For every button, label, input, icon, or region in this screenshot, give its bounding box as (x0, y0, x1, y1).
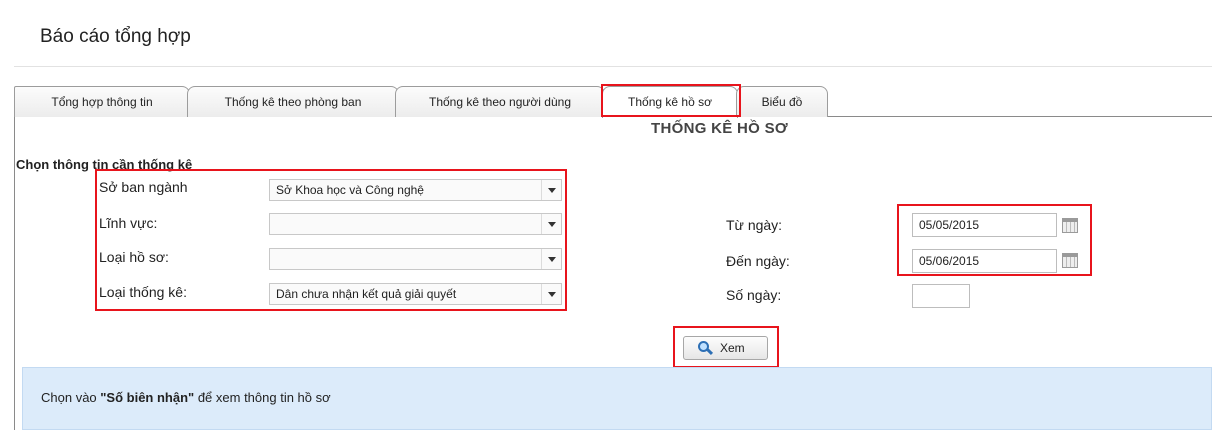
tab-bar: Tổng hợp thông tin Thống kê theo phòng b… (14, 86, 1212, 118)
view-button[interactable]: Xem (683, 336, 768, 360)
calendar-icon[interactable] (1062, 218, 1078, 233)
view-button-label: Xem (720, 341, 745, 355)
loai-thong-ke-label: Loại thống kê: (99, 284, 187, 300)
tab-thong-ke-nguoi-dung[interactable]: Thống kê theo người dùng (395, 86, 605, 117)
info-suffix: để xem thông tin hồ sơ (194, 390, 331, 405)
tu-ngay-input[interactable]: 05/05/2015 (912, 213, 1057, 237)
filter-subheading: Chọn thông tin cần thống kê (16, 157, 193, 172)
loai-thong-ke-select[interactable]: Dân chưa nhận kết quả giải quyết (269, 283, 562, 305)
tab-thong-ke-ho-so[interactable]: Thống kê hồ sơ (602, 86, 738, 118)
chevron-down-icon[interactable] (541, 180, 561, 200)
tab-tong-hop-thong-tin[interactable]: Tổng hợp thông tin (14, 86, 190, 117)
so-ban-nganh-label: Sở ban ngành (99, 179, 188, 195)
so-ban-nganh-value: Sở Khoa học và Công nghệ (276, 183, 424, 197)
divider (14, 66, 1212, 67)
den-ngay-input[interactable]: 05/06/2015 (912, 249, 1057, 273)
search-icon (698, 341, 714, 356)
chevron-down-icon[interactable] (541, 214, 561, 234)
tab-bieu-do[interactable]: Biểu đồ (736, 86, 828, 117)
loai-ho-so-label: Loại hồ sơ: (99, 249, 169, 265)
linh-vuc-select[interactable] (269, 213, 562, 235)
info-prefix: Chọn vào (41, 390, 101, 405)
loai-ho-so-select[interactable] (269, 248, 562, 270)
info-emphasis: "Số biên nhận" (100, 390, 195, 405)
linh-vuc-label: Lĩnh vực: (99, 215, 158, 231)
so-ngay-label: Số ngày: (726, 287, 782, 303)
chevron-down-icon[interactable] (541, 249, 561, 269)
report-page: Báo cáo tổng hợp Tổng hợp thông tin Thốn… (0, 0, 1212, 430)
page-title: Báo cáo tổng hợp (40, 26, 191, 47)
tab-thong-ke-phong-ban[interactable]: Thống kê theo phòng ban (187, 86, 399, 117)
so-ban-nganh-select[interactable]: Sở Khoa học và Công nghệ (269, 179, 562, 201)
calendar-icon[interactable] (1062, 253, 1078, 268)
section-title: THỐNG KÊ HỒ SƠ (651, 120, 789, 137)
den-ngay-label: Đến ngày: (726, 253, 790, 269)
loai-thong-ke-value: Dân chưa nhận kết quả giải quyết (276, 287, 457, 301)
chevron-down-icon[interactable] (541, 284, 561, 304)
tu-ngay-label: Từ ngày: (726, 217, 783, 233)
so-ngay-input[interactable] (912, 284, 970, 308)
info-message: Chọn vào "Số biên nhận" để xem thông tin… (22, 367, 1212, 430)
content-border (14, 117, 15, 430)
